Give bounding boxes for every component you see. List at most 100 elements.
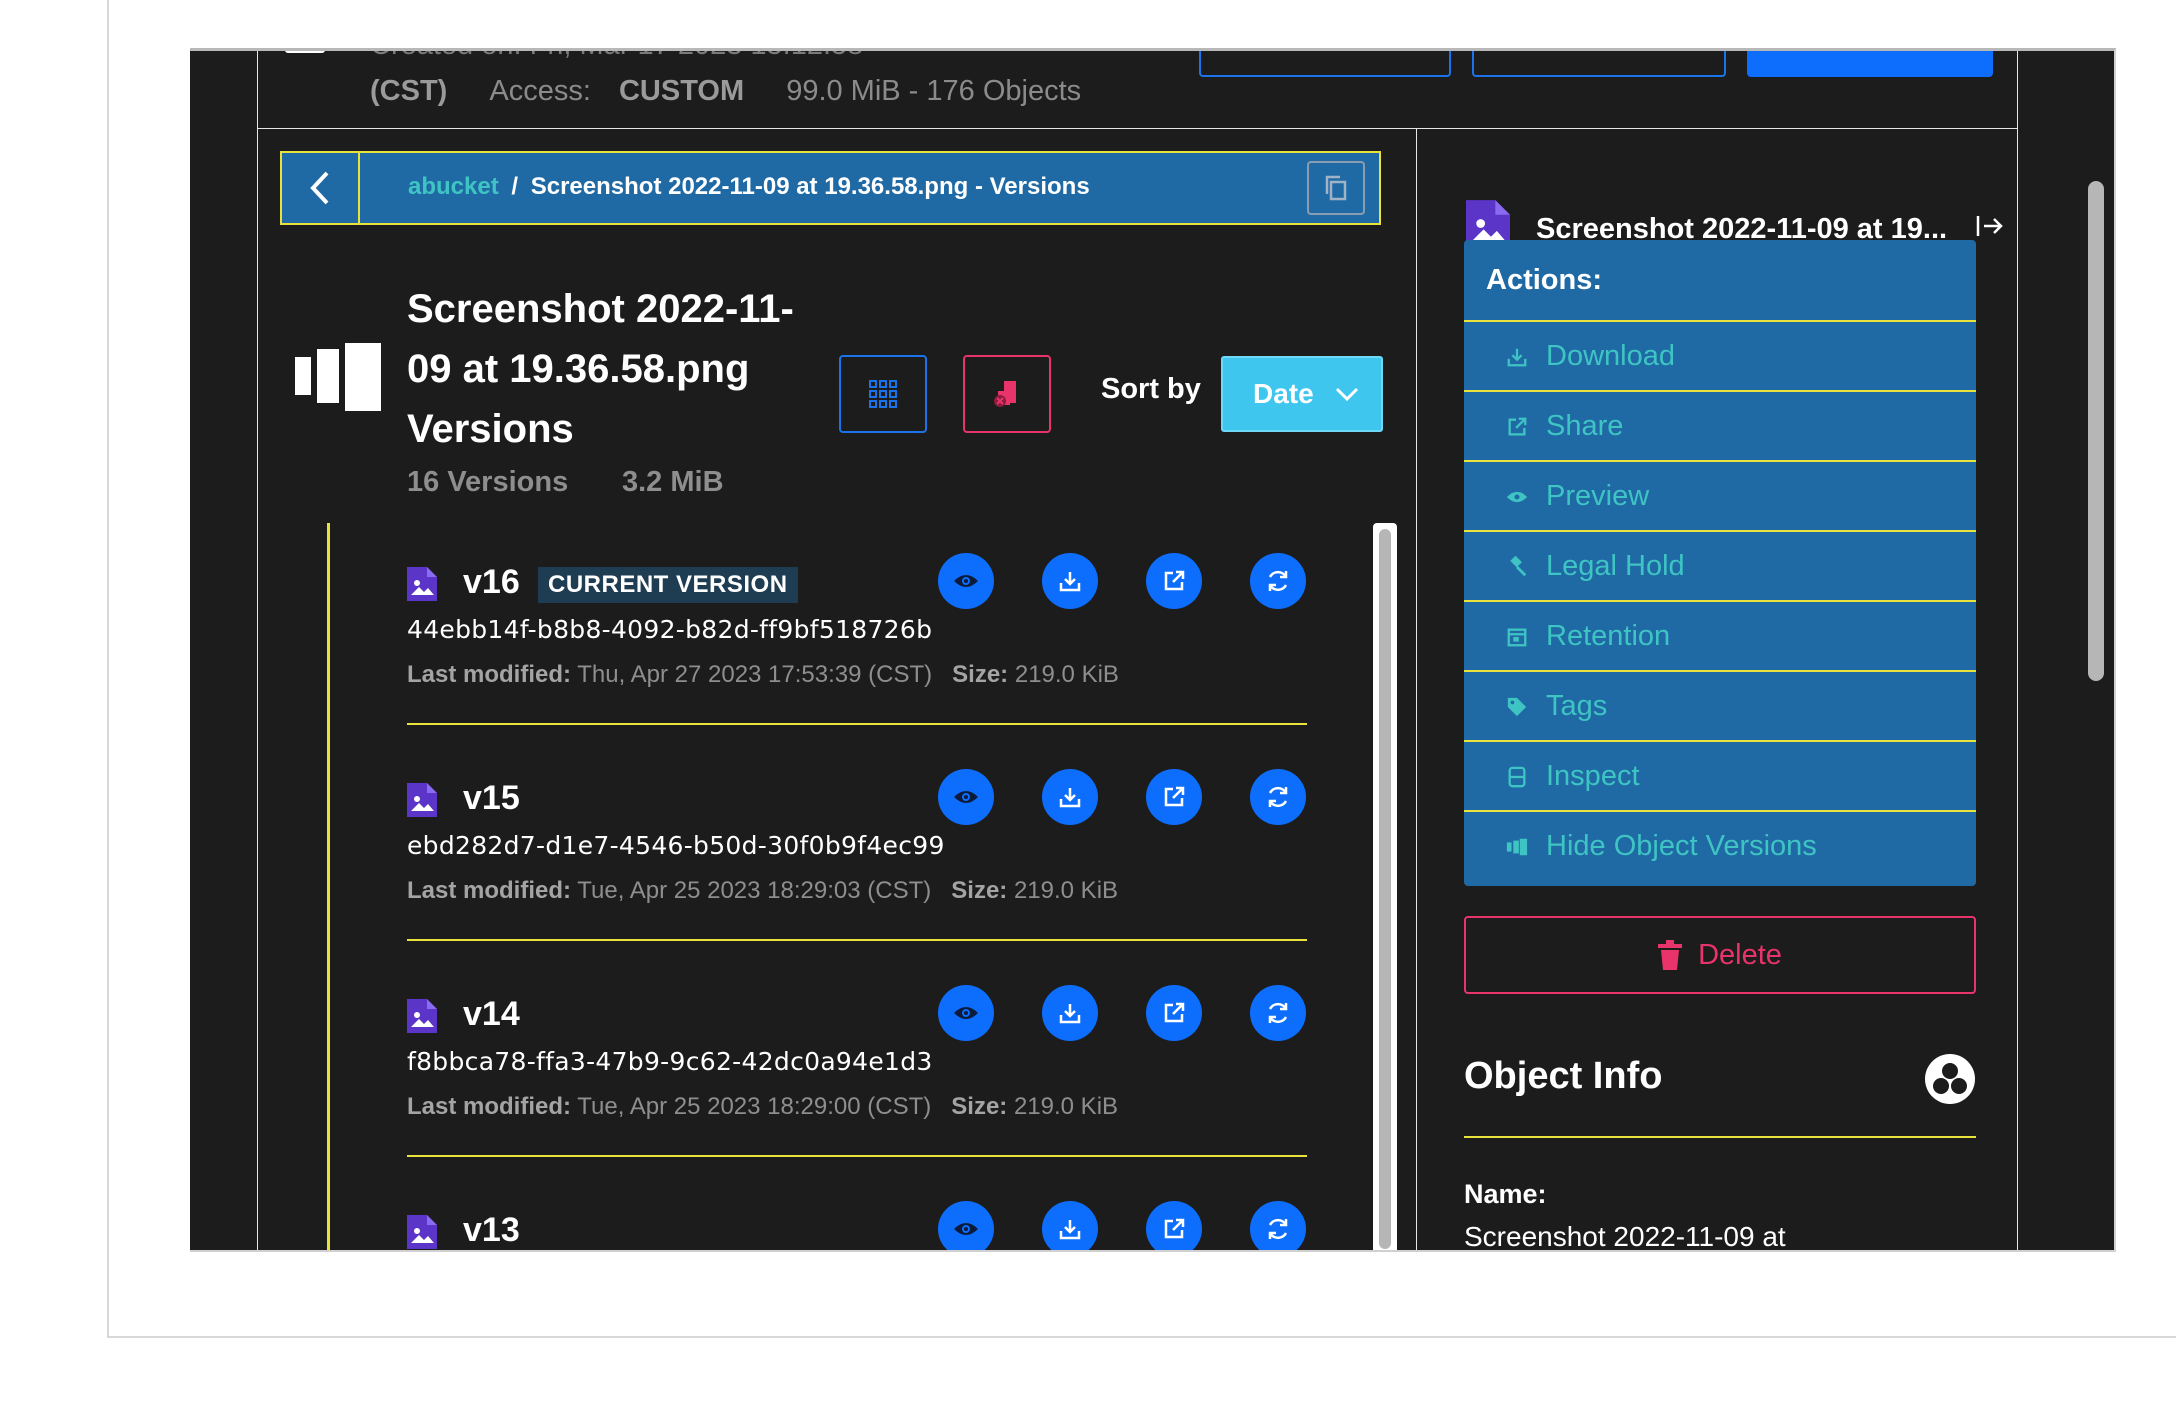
image-file-icon xyxy=(407,783,437,817)
current-version-badge: CURRENT VERSION xyxy=(538,567,798,603)
action-retention[interactable]: Retention xyxy=(1464,600,1976,670)
versions-icon xyxy=(1506,838,1528,856)
header-meta: (CST) Access: CUSTOM 99.0 MiB - 176 Obje… xyxy=(370,75,1081,108)
bucket-icon xyxy=(285,51,325,53)
preview-version-button[interactable] xyxy=(938,1201,994,1250)
chevron-down-icon xyxy=(1335,387,1359,402)
modified-label: Last modified: xyxy=(407,1093,572,1120)
size-value: 219.0 KiB xyxy=(1013,1093,1119,1120)
breadcrumb: abucket / Screenshot 2022-11-09 at 19.36… xyxy=(280,151,1381,225)
restore-version-button[interactable] xyxy=(1250,553,1306,609)
modified-value: Tue, Apr 25 2023 18:29:03 (CST) xyxy=(577,877,932,904)
sort-by-label: Sort by xyxy=(1101,373,1201,405)
version-item[interactable]: v14 f8bbca78-ffa3-47b9-9c62-42dc0a94e1d3… xyxy=(407,985,1307,1211)
download-version-button[interactable] xyxy=(1042,985,1098,1041)
download-icon xyxy=(1059,572,1081,592)
version-name: v15 xyxy=(463,779,520,817)
actions-panel: Actions: Download Share Preview Legal Ho… xyxy=(1464,240,1976,886)
download-version-button[interactable] xyxy=(1042,1201,1098,1250)
access-value: CUSTOM xyxy=(618,75,745,107)
action-download[interactable]: Download xyxy=(1464,320,1976,390)
version-item[interactable]: v15 ebd282d7-d1e7-4546-b50d-30f0b9f4ec99… xyxy=(407,769,1307,995)
modified-label: Last modified: xyxy=(407,877,572,904)
breadcrumb-separator: / xyxy=(511,173,519,200)
delete-non-current-button[interactable] xyxy=(963,355,1051,433)
restore-icon xyxy=(1268,786,1288,808)
action-label: Retention xyxy=(1546,620,1671,652)
version-id: ebd282d7-d1e7-4546-b50d-30f0b9f4ec99 xyxy=(407,831,945,860)
preview-version-button[interactable] xyxy=(938,769,994,825)
created-on-text: Created on: Fri, Mar 17 2023 15:12:58 xyxy=(370,51,863,62)
gavel-icon xyxy=(1510,556,1527,577)
preview-version-button[interactable] xyxy=(938,553,994,609)
access-label: Access: xyxy=(489,75,591,107)
share-version-button[interactable] xyxy=(1146,553,1202,609)
object-name-label: Name: xyxy=(1464,1179,1547,1209)
action-tags[interactable]: Tags xyxy=(1464,670,1976,740)
eye-icon xyxy=(954,791,978,803)
restore-version-button[interactable] xyxy=(1250,985,1306,1041)
chevron-left-icon xyxy=(310,171,329,205)
action-inspect[interactable]: Inspect xyxy=(1464,740,1976,810)
action-label: Tags xyxy=(1546,690,1608,722)
delete-versions-icon xyxy=(994,381,1016,407)
versions-title: Screenshot 2022-11-09 at 19.36.58.png Ve… xyxy=(407,287,794,451)
restore-icon xyxy=(1268,1218,1288,1240)
versions-scrollbar-thumb[interactable] xyxy=(1379,529,1391,1249)
metadata-icon[interactable] xyxy=(1924,1053,1976,1105)
page-scrollbar-thumb[interactable] xyxy=(2088,181,2104,681)
eye-icon xyxy=(954,1007,978,1019)
copy-path-button[interactable] xyxy=(1307,161,1365,215)
version-name: v14 xyxy=(463,995,520,1033)
column-divider xyxy=(1416,128,1417,1250)
versions-count: 16 Versions xyxy=(407,466,569,498)
header-button-primary[interactable] xyxy=(1747,51,1993,77)
select-multiple-button[interactable] xyxy=(839,355,927,433)
header-button-1[interactable] xyxy=(1199,51,1451,77)
download-icon xyxy=(1059,1004,1081,1024)
modified-label: Last modified: xyxy=(407,661,572,688)
share-version-button[interactable] xyxy=(1146,769,1202,825)
share-version-button[interactable] xyxy=(1146,1201,1202,1250)
back-button[interactable] xyxy=(282,153,360,223)
share-icon xyxy=(1164,786,1185,807)
download-icon xyxy=(1059,788,1081,808)
share-icon xyxy=(1164,1218,1185,1239)
preview-version-button[interactable] xyxy=(938,985,994,1041)
object-info-divider xyxy=(1464,1136,1976,1138)
sort-select[interactable]: Date xyxy=(1221,356,1383,432)
download-version-button[interactable] xyxy=(1042,769,1098,825)
share-icon xyxy=(1508,417,1527,436)
sort-select-value: Date xyxy=(1253,378,1314,409)
header-button-2[interactable] xyxy=(1472,51,1726,77)
version-divider xyxy=(407,1155,1307,1157)
restore-version-button[interactable] xyxy=(1250,1201,1306,1250)
action-preview[interactable]: Preview xyxy=(1464,460,1976,530)
close-panel-icon[interactable] xyxy=(1976,214,2004,238)
download-version-button[interactable] xyxy=(1042,553,1098,609)
action-legal-hold[interactable]: Legal Hold xyxy=(1464,530,1976,600)
tag-icon xyxy=(1507,697,1527,717)
object-name-value: Screenshot 2022-11-09 at xyxy=(1464,1221,1786,1252)
restore-version-button[interactable] xyxy=(1250,769,1306,825)
action-label: Inspect xyxy=(1546,760,1640,792)
eye-icon xyxy=(1506,491,1528,503)
breadcrumb-bucket-link[interactable]: abucket xyxy=(408,173,499,200)
action-label: Download xyxy=(1546,340,1675,372)
version-item[interactable]: v16 CURRENT VERSION 44ebb14f-b8b8-4092-b… xyxy=(407,553,1307,779)
restore-icon xyxy=(1268,1002,1288,1024)
restore-icon xyxy=(1268,570,1288,592)
delete-button[interactable]: Delete xyxy=(1464,916,1976,994)
share-version-button[interactable] xyxy=(1146,985,1202,1041)
version-id: 44ebb14f-b8b8-4092-b82d-ff9bf518726b xyxy=(407,615,933,644)
versions-total-size: 3.2 MiB xyxy=(622,466,724,498)
size-label: Size: xyxy=(951,1093,1008,1120)
action-hide-versions[interactable]: Hide Object Versions xyxy=(1464,810,1976,880)
size-label: Size: xyxy=(951,877,1008,904)
object-browser-window: Created on: Fri, Mar 17 2023 15:12:58 (C… xyxy=(190,48,2116,1252)
size-value: 219.0 KiB xyxy=(1013,877,1119,904)
version-item[interactable]: v13 xyxy=(407,1201,1307,1250)
download-icon xyxy=(1507,348,1527,367)
action-share[interactable]: Share xyxy=(1464,390,1976,460)
version-divider xyxy=(407,939,1307,941)
